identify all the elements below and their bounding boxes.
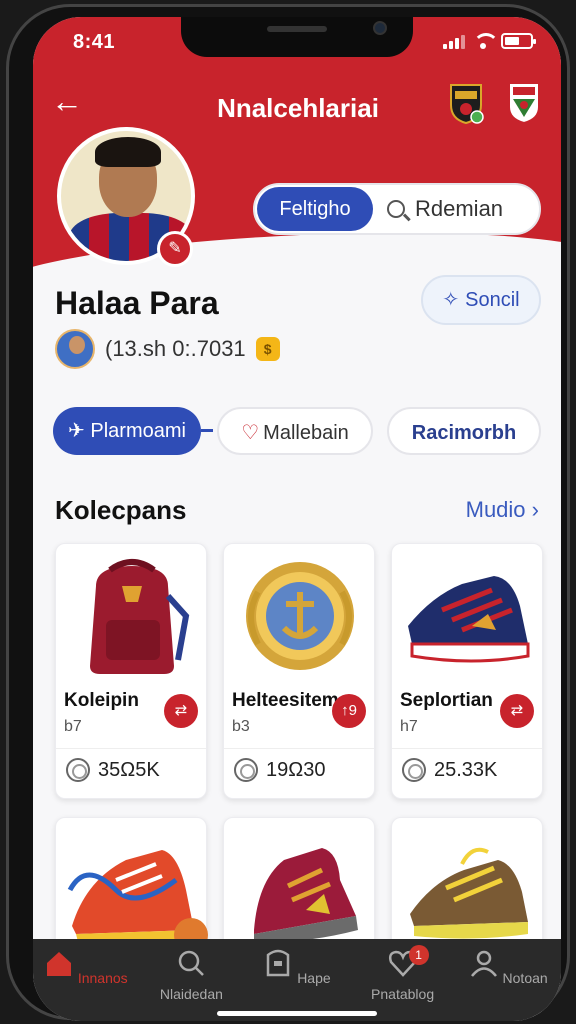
- pin-icon: ♡: [241, 422, 260, 444]
- tab-bar: Innanos Nlaidedan Hape 1 Pnatablog Notoa…: [33, 939, 561, 1021]
- profile-stats: (13.sh 0:.7031 $: [55, 329, 280, 369]
- medal-image: [246, 562, 354, 670]
- speaker-grille: [267, 26, 327, 32]
- status-icons: [443, 33, 536, 49]
- card-action-icon[interactable]: ⇄: [164, 694, 198, 728]
- notification-badge: 1: [408, 945, 429, 965]
- card-action-icon[interactable]: ↑9: [332, 694, 366, 728]
- chip-racimorbh[interactable]: Racimorbh: [387, 407, 541, 455]
- coin-ring-icon: [234, 758, 258, 782]
- signal-icon: [443, 35, 465, 49]
- card-divider: [224, 748, 374, 749]
- trail-shoe-image: [410, 847, 528, 939]
- wifi-icon: [473, 33, 499, 49]
- social-button-label: Soncil: [465, 289, 520, 311]
- collection-card[interactable]: Seplortian h7 ⇄ 25.33K: [391, 543, 543, 799]
- card-sub: b7: [64, 718, 82, 735]
- chip-connector: [201, 429, 213, 432]
- tab-shop[interactable]: Hape: [249, 949, 345, 986]
- card-name: Koleipin: [64, 690, 139, 711]
- card-action-icon[interactable]: ⇄: [500, 694, 534, 728]
- card-price: 35Ω5K: [66, 758, 160, 782]
- phone-frame: 8:41 ← Nnalcehlariai ✎ Feltigho Rdemian …: [6, 4, 570, 1021]
- home-icon: [46, 952, 71, 976]
- coin-ring-icon: [402, 758, 426, 782]
- edit-avatar-icon[interactable]: ✎: [157, 231, 193, 267]
- stats-text: (13.sh 0:.7031: [105, 336, 246, 361]
- search-icon: [179, 950, 205, 976]
- back-arrow-icon[interactable]: ←: [51, 83, 87, 119]
- tab-favorites[interactable]: 1 Pnatablog: [355, 945, 451, 1002]
- boot-image: [254, 848, 358, 943]
- sparkle-icon: ✧: [442, 289, 460, 311]
- segment-control: Feltigho Rdemian: [253, 183, 541, 235]
- mini-avatar-icon: [55, 329, 95, 369]
- notch: [181, 17, 413, 57]
- card-price: 25.33K: [402, 758, 497, 782]
- collection-card[interactable]: Helteesitem b3 ↑9 19Ω30: [223, 543, 375, 799]
- section-title: Kolecpans: [55, 495, 187, 525]
- profile-avatar[interactable]: ✎: [57, 127, 197, 267]
- profile-name: Halaa Para: [55, 285, 219, 321]
- filter-chips: ✈ Plarmoami ♡ Mallebain Racimorbh: [51, 407, 543, 463]
- chip-mallebain[interactable]: ♡ Mallebain: [217, 407, 373, 455]
- card-price: 19Ω30: [234, 758, 325, 782]
- tab-search[interactable]: Nlaidedan: [143, 949, 239, 1002]
- segment-search-label: Rdemian: [415, 196, 504, 221]
- card-divider: [56, 748, 206, 749]
- card-sub: h7: [400, 718, 418, 735]
- tab-home[interactable]: Innanos: [38, 949, 134, 986]
- card-name: Helteesitem: [232, 690, 339, 711]
- tab-profile[interactable]: Notoan: [460, 949, 556, 986]
- status-time: 8:41: [73, 31, 116, 53]
- battery-icon: [501, 33, 536, 49]
- search-icon: [387, 200, 405, 218]
- screen: 8:41 ← Nnalcehlariai ✎ Feltigho Rdemian …: [33, 17, 561, 1021]
- card-name: Seplortian: [400, 690, 493, 711]
- collection-card[interactable]: Koleipin b7 ⇄ 35Ω5K: [55, 543, 207, 799]
- sneaker-image: [408, 576, 530, 663]
- club-crest-icon[interactable]: [447, 79, 485, 125]
- page-title: Nnalcehlariai: [217, 93, 379, 123]
- front-camera: [373, 21, 387, 35]
- backpack-image: [90, 559, 190, 674]
- segment-search-tab[interactable]: Rdemian: [387, 185, 503, 233]
- team-badge-icon[interactable]: [505, 79, 543, 125]
- coin-ring-icon: [66, 758, 90, 782]
- segment-active-tab[interactable]: Feltigho: [257, 187, 373, 231]
- coin-icon: $: [255, 337, 280, 361]
- social-button[interactable]: ✧ Soncil: [421, 275, 541, 325]
- card-sub: b3: [232, 718, 250, 735]
- person-icon: [470, 950, 497, 977]
- chip-plarmoami[interactable]: ✈ Plarmoami: [53, 407, 201, 455]
- bag-icon: [267, 949, 290, 977]
- section-more-link[interactable]: Mudio ›: [466, 497, 539, 523]
- card-divider: [392, 748, 542, 749]
- home-indicator[interactable]: [217, 1011, 377, 1016]
